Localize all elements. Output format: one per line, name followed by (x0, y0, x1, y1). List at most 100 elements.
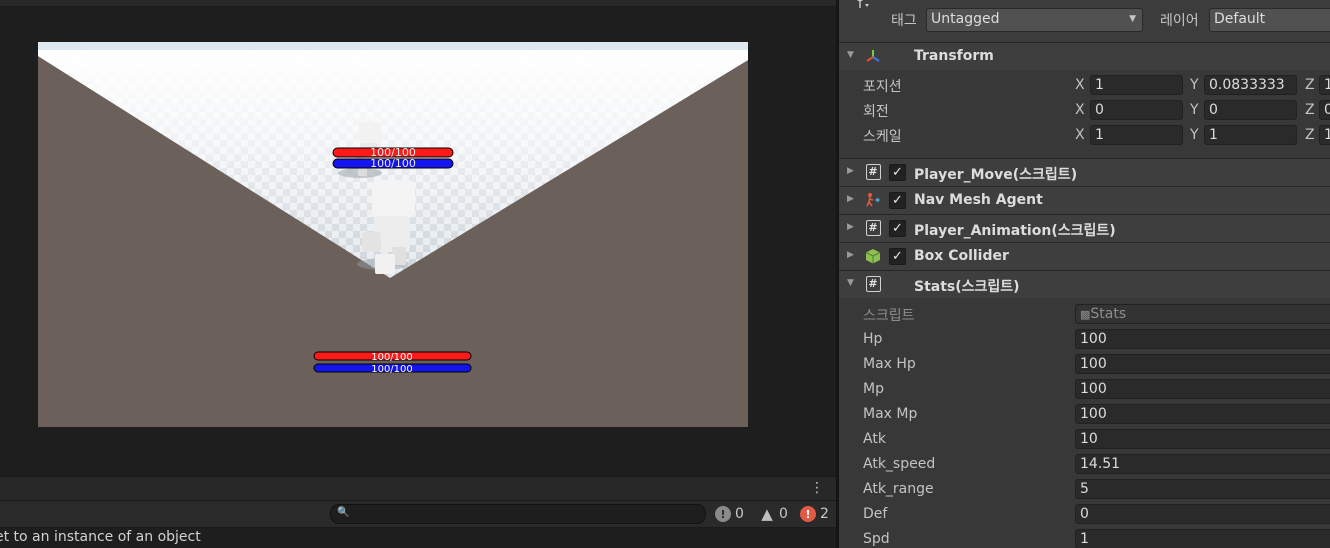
tag-dropdown[interactable]: Untagged ▼ (926, 8, 1143, 32)
foldout-closed-icon[interactable]: ▶ (847, 222, 854, 232)
transform-icon (865, 48, 881, 64)
console-search-input[interactable]: 🔍 (330, 504, 706, 524)
scale-z-label[interactable]: Z (1305, 127, 1315, 143)
player-animation-enabled-checkbox[interactable]: ✓ (889, 220, 906, 237)
box-collider-component-header[interactable]: ▶ ✓ Box Collider (839, 242, 1330, 270)
box-collider-title: Box Collider (914, 248, 1009, 264)
position-x-label[interactable]: X (1075, 77, 1085, 93)
error-icon: ! (800, 506, 816, 522)
layer-dropdown[interactable]: Default (1209, 8, 1330, 32)
rotation-y-field[interactable]: 0 (1204, 100, 1297, 120)
mp-field[interactable]: 100 (1075, 379, 1330, 399)
rotation-z-label[interactable]: Z (1305, 102, 1315, 118)
log-count: 0 (735, 506, 744, 522)
script-label: 스크립트 (863, 308, 915, 324)
warning-count-toggle[interactable]: ▲ 0 (759, 504, 788, 524)
box-collider-icon (865, 248, 881, 264)
def-field[interactable]: 0 (1075, 504, 1330, 524)
stats-component-header[interactable]: ▼ # Stats(스크립트) (839, 270, 1330, 298)
game-view-toolbar (0, 0, 836, 7)
max-hp-label: Max Hp (863, 356, 916, 372)
position-x-field[interactable]: 1 (1090, 75, 1183, 95)
nav-mesh-agent-title: Nav Mesh Agent (914, 192, 1043, 208)
foldout-closed-icon[interactable]: ▶ (847, 166, 854, 176)
script-icon: # (865, 276, 881, 292)
rotation-y-label[interactable]: Y (1190, 102, 1199, 118)
atk-range-label: Atk_range (863, 481, 934, 497)
scale-y-field[interactable]: 1 (1204, 125, 1297, 145)
atk-speed-label: Atk_speed (863, 456, 936, 472)
layer-value: Default (1214, 11, 1266, 27)
chevron-down-icon: ▼ (1129, 14, 1136, 24)
warning-icon: ▲ (761, 505, 773, 523)
transform-title: Transform (914, 48, 994, 64)
atk-range-field[interactable]: 5 (1075, 479, 1330, 499)
max-hp-field[interactable]: 100 (1075, 354, 1330, 374)
position-z-label[interactable]: Z (1305, 77, 1315, 93)
error-count: 2 (820, 506, 829, 522)
atk-field[interactable]: 10 (1075, 429, 1330, 449)
script-reference-value: Stats (1090, 306, 1127, 322)
nav-mesh-agent-enabled-checkbox[interactable]: ✓ (889, 192, 906, 209)
kebab-menu-icon[interactable]: ⋮ (810, 480, 824, 496)
max-mp-field[interactable]: 100 (1075, 404, 1330, 424)
spd-label: Spd (863, 531, 890, 547)
log-count-toggle[interactable]: ! 0 (715, 504, 744, 524)
rotation-label: 회전 (863, 104, 889, 120)
player-move-title: Player_Move(스크립트) (914, 167, 1078, 183)
position-z-field[interactable]: 1 (1319, 75, 1330, 95)
position-y-field[interactable]: 0.0833333 (1204, 75, 1297, 95)
rotation-z-field[interactable]: 0 (1319, 100, 1330, 120)
player-hp-text: 100/100 (371, 352, 413, 363)
scale-x-field[interactable]: 1 (1090, 125, 1183, 145)
player-move-enabled-checkbox[interactable]: ✓ (889, 164, 906, 181)
rotation-x-label[interactable]: X (1075, 102, 1085, 118)
atk-label: Atk (863, 431, 886, 447)
position-y-label[interactable]: Y (1190, 77, 1199, 93)
foldout-open-icon[interactable]: ▼ (847, 278, 854, 288)
scale-z-field[interactable]: 1 (1319, 125, 1330, 145)
layer-label: 레이어 (1160, 13, 1199, 29)
player-move-component-header[interactable]: ▶ # ✓ Player_Move(스크립트) (839, 158, 1330, 186)
foldout-closed-icon[interactable]: ▶ (847, 194, 854, 204)
player-mp-text: 100/100 (371, 364, 413, 375)
info-icon: ! (715, 506, 731, 522)
scale-label: 스케일 (863, 129, 902, 145)
player-animation-title: Player_Animation(스크립트) (914, 223, 1116, 239)
console-log-message[interactable]: et to an instance of an object (0, 529, 836, 548)
hp-label: Hp (863, 331, 883, 347)
game-view-panel: 100/100 100/100 100/100 100/100 ⋮ 🔍 ! 0 … (0, 0, 836, 548)
scale-x-label[interactable]: X (1075, 127, 1085, 143)
transform-header[interactable]: ▼ Transform (839, 42, 1330, 70)
nav-mesh-agent-component-header[interactable]: ▶ ✓ Nav Mesh Agent (839, 186, 1330, 214)
inspector-header: 태그 Untagged ▼ 레이어 Default (839, 0, 1330, 43)
scene-render: 100/100 100/100 100/100 100/100 (38, 42, 748, 427)
tag-label: 태그 (891, 13, 917, 29)
box-collider-enabled-checkbox[interactable]: ✓ (889, 248, 906, 265)
script-reference-field: ▩Stats (1075, 304, 1330, 324)
hp-field[interactable]: 100 (1075, 329, 1330, 349)
scale-y-label[interactable]: Y (1190, 127, 1199, 143)
atk-speed-field[interactable]: 14.51 (1075, 454, 1330, 474)
tag-value: Untagged (931, 11, 1000, 27)
script-icon: # (865, 220, 881, 236)
sky (38, 42, 748, 50)
player-animation-component-header[interactable]: ▶ # ✓ Player_Animation(스크립트) (839, 214, 1330, 242)
position-label: 포지션 (863, 79, 902, 95)
foldout-closed-icon[interactable]: ▶ (847, 250, 854, 260)
stats-title: Stats(스크립트) (914, 279, 1020, 295)
console-toolbar: 🔍 ! 0 ▲ 0 ! 2 (0, 500, 836, 528)
enemy-mp-text: 100/100 (370, 157, 416, 170)
rotation-x-field[interactable]: 0 (1090, 100, 1183, 120)
search-icon: 🔍 (337, 507, 350, 518)
console-tab-bar: ⋮ (0, 476, 836, 501)
mp-label: Mp (863, 381, 884, 397)
error-count-toggle[interactable]: ! 2 (800, 504, 829, 524)
gameobject-cube-icon (856, 0, 869, 8)
spd-field[interactable]: 1 (1075, 529, 1330, 548)
inspector-panel: 태그 Untagged ▼ 레이어 Default ▼ Transform 포지… (839, 0, 1330, 548)
max-mp-label: Max Mp (863, 406, 918, 422)
foldout-open-icon[interactable]: ▼ (847, 50, 854, 60)
game-viewport[interactable]: 100/100 100/100 100/100 100/100 (38, 42, 748, 427)
script-file-icon: ▩ (1080, 308, 1091, 321)
